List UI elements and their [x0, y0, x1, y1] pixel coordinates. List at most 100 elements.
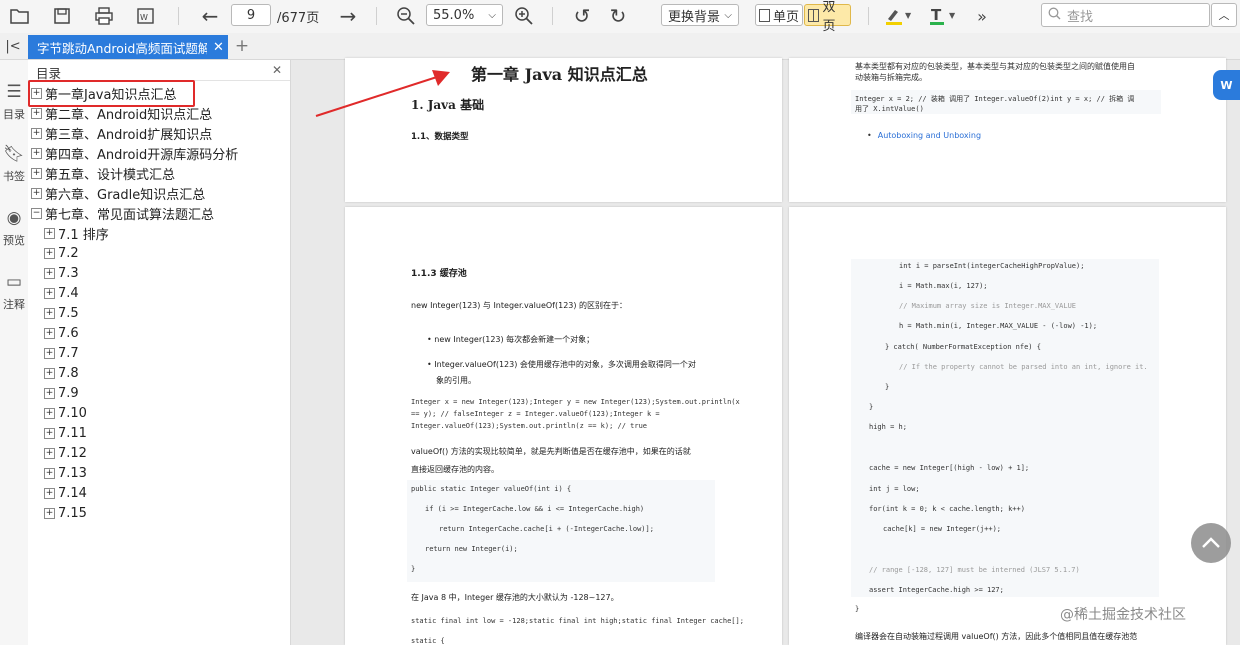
toc-subitem-label: 7.10: [58, 405, 87, 421]
toc-subitem[interactable]: +7.3: [44, 263, 79, 283]
new-tab-button[interactable]: +: [234, 36, 250, 56]
toc-subitem[interactable]: +7.6: [44, 323, 79, 343]
toc-subitem[interactable]: +7.8: [44, 363, 79, 383]
search-input[interactable]: 查找: [1041, 3, 1210, 27]
rotate-right-icon[interactable]: ↻: [606, 4, 630, 28]
toc-item-label: 第五章、设计模式汇总: [45, 167, 176, 183]
paragraph-line: 动装箱与拆箱完成。: [855, 73, 927, 82]
zoom-in-icon[interactable]: [512, 4, 536, 28]
annotation-arrow: [315, 70, 450, 117]
toc-subitem[interactable]: +7.13: [44, 463, 87, 483]
zoom-out-icon[interactable]: [394, 4, 418, 28]
rail-toc-button[interactable]: ☰ 目录: [0, 82, 28, 122]
toc-subitem-label: 7.1 排序: [58, 227, 109, 243]
rail-bookmark-button[interactable]: 🔖︎ 书签: [0, 144, 28, 184]
next-page-arrow-icon[interactable]: →: [336, 4, 360, 28]
autoboxing-link-text: Autoboxing and Unboxing: [877, 131, 982, 140]
expand-icon[interactable]: +: [31, 107, 42, 119]
toc-item[interactable]: − 第七章、常见面试算法题汇总: [31, 203, 214, 223]
expand-icon[interactable]: +: [31, 127, 42, 139]
collapse-toolbar-chevron-up-icon[interactable]: ︿: [1211, 3, 1237, 27]
code-line: Integer x = 2; // 装箱 调用了 Integer.valueOf…: [855, 95, 1135, 103]
toc-subitem[interactable]: +7.4: [44, 283, 79, 303]
toc-subitem-label: 7.11: [58, 425, 87, 441]
toc-item[interactable]: + 第五章、设计模式汇总: [31, 163, 175, 183]
translate-icon[interactable]: W: [1213, 70, 1240, 100]
double-page-button[interactable]: 双页: [804, 0, 851, 34]
toc-subitem-label: 7.8: [58, 365, 79, 381]
toc-subitem[interactable]: +7.14: [44, 483, 87, 503]
expand-icon[interactable]: +: [31, 187, 42, 199]
document-tab[interactable]: 字节跳动Android高频面试题解 ✕: [28, 35, 228, 59]
rail-annotation-button[interactable]: ▭ 注释: [0, 272, 28, 312]
prev-page-arrow-icon[interactable]: ←: [198, 4, 222, 28]
more-tools-icon[interactable]: »: [972, 4, 992, 28]
close-tab-icon[interactable]: ✕: [213, 40, 224, 55]
code-line: }: [869, 403, 874, 411]
code-line: // Maximum array size is Integer.MAX_VAL…: [899, 302, 1077, 310]
expand-icon[interactable]: +: [44, 407, 55, 419]
toc-subitem[interactable]: +7.9: [44, 383, 79, 403]
rail-preview-button[interactable]: ◉ 预览: [0, 208, 28, 248]
code-line: i = Math.max(i, 127);: [899, 282, 988, 290]
toc-subitem[interactable]: +7.1 排序: [44, 223, 109, 243]
toc-item[interactable]: + 第六章、Gradle知识点汇总: [31, 183, 205, 203]
collapse-sidebar-icon[interactable]: |<: [0, 36, 26, 58]
toc-subitem[interactable]: +7.10: [44, 403, 87, 423]
expand-icon[interactable]: +: [31, 167, 42, 179]
expand-icon[interactable]: +: [44, 427, 55, 439]
scroll-to-top-button[interactable]: [1191, 523, 1231, 563]
zoom-select[interactable]: 55.0% ⌵: [426, 4, 503, 26]
bullet-item: • Integer.valueOf(123) 会使用缓存池中的对象，多次调用会取…: [427, 360, 696, 369]
toc-subitem-label: 7.3: [58, 265, 79, 281]
text-color-icon[interactable]: T ▼: [926, 4, 960, 28]
expand-icon[interactable]: +: [44, 447, 55, 459]
toc-item-label: 第六章、Gradle知识点汇总: [45, 187, 206, 203]
toc-item[interactable]: + 第四章、Android开源库源码分析: [31, 143, 238, 163]
expand-icon[interactable]: +: [31, 147, 42, 159]
expand-icon[interactable]: +: [44, 287, 55, 299]
single-page-icon: [759, 8, 770, 22]
expand-icon[interactable]: +: [44, 387, 55, 399]
toc-item-label: 第四章、Android开源库源码分析: [45, 147, 239, 163]
open-folder-icon[interactable]: [8, 4, 32, 28]
toc-subitem[interactable]: +7.12: [44, 443, 87, 463]
change-background-label: 更换背景: [668, 9, 721, 25]
code-line: return IntegerCache.cache[i + (-IntegerC…: [439, 525, 654, 533]
bullet: •: [867, 131, 872, 140]
expand-icon[interactable]: +: [44, 367, 55, 379]
expand-icon[interactable]: +: [44, 307, 55, 319]
expand-icon[interactable]: +: [44, 267, 55, 279]
expand-icon[interactable]: +: [44, 327, 55, 339]
rotate-left-icon[interactable]: ↺: [570, 4, 594, 28]
autoboxing-link[interactable]: • Autoboxing and Unboxing: [867, 131, 981, 140]
svg-text:▼: ▼: [905, 11, 912, 20]
expand-icon[interactable]: +: [44, 227, 55, 239]
annotation-highlight-box: [28, 80, 195, 107]
toc-subitem[interactable]: +7.15: [44, 503, 87, 523]
collapse-icon[interactable]: −: [31, 207, 42, 219]
pdf-to-word-icon[interactable]: W: [134, 4, 158, 28]
change-background-select[interactable]: 更换背景 ⌵: [661, 4, 739, 26]
paragraph-line: 在 Java 8 中，Integer 缓存池的大小默认为 -128~127。: [411, 593, 619, 602]
page-number-input[interactable]: 9: [231, 4, 271, 26]
close-toc-icon[interactable]: ✕: [272, 63, 282, 77]
toc-item[interactable]: + 第三章、Android扩展知识点: [31, 123, 212, 143]
expand-icon[interactable]: +: [44, 247, 55, 259]
expand-icon[interactable]: +: [44, 467, 55, 479]
highlighter-icon[interactable]: ▼: [882, 4, 916, 28]
print-icon[interactable]: [92, 4, 116, 28]
subsection-heading: 1.1.3 缓存池: [411, 269, 467, 279]
toc-subitem[interactable]: +7.5: [44, 303, 79, 323]
rail-bookmark-label: 书签: [3, 170, 25, 183]
toc-subitem-label: 7.14: [58, 485, 87, 501]
expand-icon[interactable]: +: [44, 507, 55, 519]
expand-icon[interactable]: +: [44, 487, 55, 499]
toc-subitem-label: 7.2: [58, 245, 79, 261]
expand-icon[interactable]: +: [44, 347, 55, 359]
toc-subitem[interactable]: +7.7: [44, 343, 79, 363]
toc-subitem[interactable]: +7.2: [44, 243, 79, 263]
toc-subitem[interactable]: +7.11: [44, 423, 87, 443]
single-page-button[interactable]: 单页: [755, 4, 803, 26]
save-icon[interactable]: [50, 4, 74, 28]
